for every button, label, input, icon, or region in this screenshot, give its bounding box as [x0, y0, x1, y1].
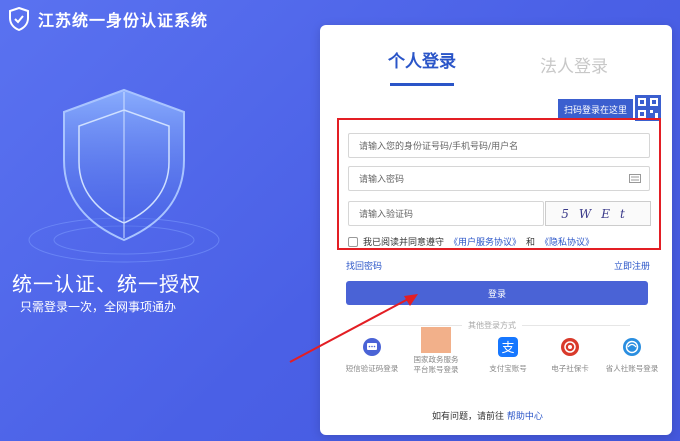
hero-subslogan: 只需登录一次，全网事项通办 — [20, 300, 177, 314]
gov-platform-label-line2: 平台账号登录 — [413, 365, 459, 374]
tab-personal-login[interactable]: 个人登录 — [388, 47, 456, 72]
app-title: 江苏统一身份认证系统 — [38, 11, 209, 30]
captcha-image[interactable]: 5WEt — [545, 201, 651, 226]
alipay-icon: 支 — [498, 337, 518, 357]
shield-illustration-icon — [28, 88, 220, 263]
login-form: 请输入您的身份证号码/手机号码/用户名 请输入密码 请输入验证码 5WEt 我已… — [337, 118, 661, 250]
hero-slogan: 统一认证、统一授权 — [12, 272, 201, 296]
password-input-placeholder: 请输入密码 — [359, 175, 405, 185]
service-agreement-link[interactable]: 《用户服务协议》 — [449, 235, 521, 248]
login-card: 个人登录 法人登录 扫码登录在这里 请输入您的身份证号码/手机号码/用户名 请输… — [320, 25, 672, 435]
register-link[interactable]: 立即注册 — [614, 259, 650, 272]
id-input[interactable]: 请输入您的身份证号码/手机号码/用户名 — [348, 133, 650, 158]
id-input-placeholder: 请输入您的身份证号码/手机号码/用户名 — [359, 142, 519, 152]
hr-account-label: 省人社账号登录 — [605, 364, 659, 373]
help-prefix: 如有问题，请前往 — [432, 412, 507, 422]
hr-account-login-option[interactable]: 省人社账号登录 — [592, 337, 672, 374]
keyboard-icon[interactable] — [629, 174, 641, 183]
shield-check-icon — [9, 7, 29, 31]
login-button[interactable]: 登录 — [346, 281, 648, 305]
gov-platform-login-option[interactable]: 国家政务服务 平台账号登录 — [396, 327, 476, 375]
active-tab-indicator — [390, 83, 454, 86]
help-center-link[interactable]: 帮助中心 — [507, 412, 543, 422]
help-row: 如有问题，请前往 帮助中心 — [432, 409, 543, 422]
qr-login-label: 扫码登录在这里 — [558, 98, 634, 118]
sms-icon — [363, 338, 381, 356]
password-input[interactable]: 请输入密码 — [348, 166, 650, 191]
social-security-card-icon — [561, 338, 579, 356]
svg-text:支: 支 — [501, 341, 514, 356]
hr-account-icon — [623, 338, 641, 356]
captcha-input[interactable]: 请输入验证码 — [348, 201, 544, 226]
gov-platform-photo — [421, 327, 451, 353]
privacy-agreement-link[interactable]: 《隐私协议》 — [540, 235, 594, 248]
agreement-row: 我已阅读并同意遵守 《用户服务协议》 和 《隐私协议》 — [348, 235, 594, 248]
agreement-prefix: 我已阅读并同意遵守 — [363, 238, 445, 248]
other-login-options: 短信验证码登录 国家政务服务 平台账号登录 支 支付宝账号 电子社保卡 省人社账… — [330, 327, 666, 397]
agreement-and: 和 — [526, 238, 536, 248]
agreement-checkbox[interactable] — [348, 236, 358, 247]
forgot-password-link[interactable]: 找回密码 — [346, 259, 382, 272]
other-logins-title: 其他登录方式 — [462, 320, 522, 331]
brand: 江苏统一身份认证系统 — [8, 7, 208, 31]
captcha-input-placeholder: 请输入验证码 — [359, 210, 414, 220]
gov-platform-label-line1: 国家政务服务 — [413, 355, 459, 364]
tab-legal-login[interactable]: 法人登录 — [540, 52, 608, 77]
